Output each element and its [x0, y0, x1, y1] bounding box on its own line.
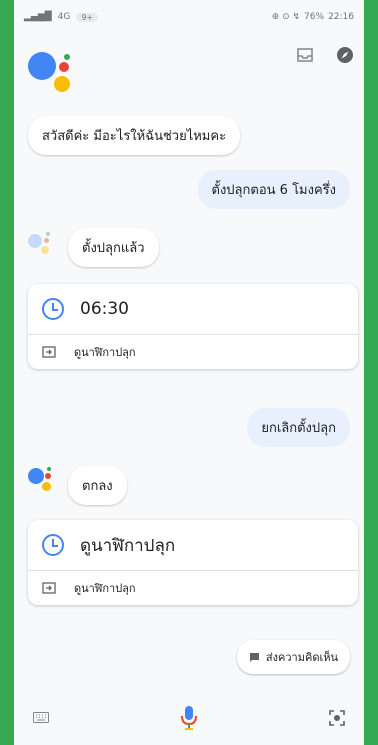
status-bar: ▂▄▆█ 4G 9+ ⊕ ⊙ ↯ 76% 22:16 — [14, 0, 364, 34]
feedback-icon — [249, 652, 259, 662]
notification-badge: 9+ — [76, 12, 99, 22]
clock-time: 22:16 — [328, 12, 354, 22]
status-icons: ⊕ ⊙ ↯ — [271, 12, 301, 22]
view-alarms-link[interactable]: ดูนาฬิกาปลุก — [28, 571, 358, 605]
assistant-avatar — [28, 230, 58, 260]
user-message: ยกเลิกตั้งปลุก — [247, 408, 350, 447]
assistant-avatar — [28, 466, 58, 496]
card-title: ดูนาฬิกาปลุก — [80, 535, 176, 556]
open-app-icon — [42, 582, 56, 594]
alarm-card[interactable]: ดูนาฬิกาปลุก ดูนาฬิกาปลุก — [28, 520, 358, 605]
view-alarms-label: ดูนาฬิกาปลุก — [74, 346, 136, 359]
compass-icon[interactable] — [336, 46, 354, 64]
inbox-icon[interactable] — [296, 46, 314, 64]
network-type: 4G — [57, 12, 71, 22]
assistant-message: ตั้งปลุกแล้ว — [68, 228, 159, 267]
assistant-header — [14, 34, 364, 104]
alarm-time: 06:30 — [80, 299, 129, 319]
mic-icon[interactable] — [178, 704, 200, 732]
assistant-greeting: สวัสดีค่ะ มีอะไรให้ฉันช่วยไหมคะ — [28, 116, 241, 155]
send-feedback-label: ส่งความคิดเห็น — [265, 651, 338, 664]
view-alarms-label: ดูนาฬิกาปลุก — [74, 582, 136, 595]
open-app-icon — [42, 346, 56, 358]
clock-icon — [42, 534, 64, 556]
battery-level: 76% — [304, 12, 325, 22]
keyboard-icon[interactable] — [32, 709, 50, 727]
view-alarms-link[interactable]: ดูนาฬิกาปลุก — [28, 335, 358, 369]
clock-icon — [42, 298, 64, 320]
bottom-bar — [14, 690, 364, 745]
assistant-message: ตกลง — [68, 466, 127, 505]
assistant-screen: ▂▄▆█ 4G 9+ ⊕ ⊙ ↯ 76% 22:16 สวัสดีค่ะ มีอ… — [14, 0, 364, 745]
signal-icon: ▂▄▆█ — [24, 12, 52, 22]
alarm-card[interactable]: 06:30 ดูนาฬิกาปลุก — [28, 284, 358, 369]
user-message: ตั้งปลุกตอน 6 โมงครึ่ง — [197, 170, 350, 209]
lens-icon[interactable] — [328, 709, 346, 727]
send-feedback-button[interactable]: ส่งความคิดเห็น — [236, 640, 350, 674]
